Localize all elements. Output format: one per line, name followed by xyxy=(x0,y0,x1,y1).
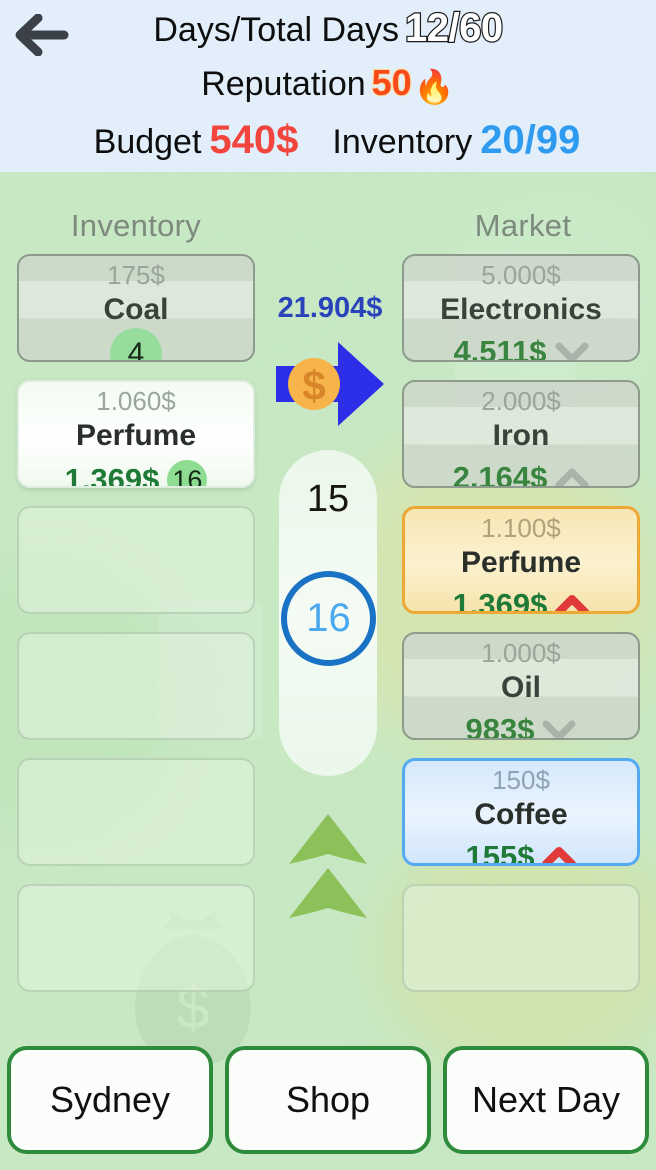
item-name: Perfume xyxy=(75,419,197,452)
trend-down-icon xyxy=(555,342,589,360)
market-item-coffee[interactable]: 150$ Coffee 155$ xyxy=(402,758,640,866)
reputation-row: Reputation 50🔥 xyxy=(0,61,656,107)
inventory-slot-empty[interactable] xyxy=(17,884,255,992)
price-row: 1.369$ 16 xyxy=(19,460,253,488)
item-name: Oil xyxy=(500,671,541,704)
current-price: 1.369$ xyxy=(64,462,160,488)
inventory-item-perfume[interactable]: 1.060$ Perfume 1.369$ 16 xyxy=(17,380,255,488)
quantity-previous[interactable]: 15 xyxy=(279,478,377,521)
price-row: 1.369$ xyxy=(405,587,637,614)
market-item-oil[interactable]: 1.000$ Oil 983$ xyxy=(402,632,640,740)
market-item-electronics[interactable]: 5.000$ Electronics 4.511$ xyxy=(402,254,640,362)
double-chevron-up-icon xyxy=(289,814,367,918)
current-price: 4.511$ xyxy=(453,334,547,362)
price-row: 983$ xyxy=(404,712,638,740)
shop-button[interactable]: Shop xyxy=(225,1046,431,1154)
price-row: 4.511$ xyxy=(404,334,638,362)
market-slot-empty[interactable] xyxy=(402,884,640,992)
base-price: 2.000$ xyxy=(481,386,561,416)
market-item-perfume[interactable]: 1.100$ Perfume 1.369$ xyxy=(402,506,640,614)
budget-label: Budget xyxy=(93,123,202,161)
base-price: 150$ xyxy=(492,765,550,795)
quantity-current[interactable]: 16 xyxy=(281,571,376,666)
price-row: 2.164$ xyxy=(404,460,638,488)
quantity-increase-button[interactable] xyxy=(285,810,371,922)
current-price: 1.369$ xyxy=(452,587,548,614)
current-price: 155$ xyxy=(465,839,535,866)
price-row: 155$ xyxy=(405,839,637,866)
reputation-label: Reputation xyxy=(201,65,366,103)
inventory-column-title: Inventory xyxy=(70,208,202,243)
base-price: 175$ xyxy=(107,260,165,290)
inventory-slot-empty[interactable] xyxy=(17,758,255,866)
current-price: 983$ xyxy=(465,712,535,740)
flame-icon: 🔥 xyxy=(413,68,455,105)
item-name: Coal xyxy=(103,293,169,326)
item-name: Coffee xyxy=(474,798,568,831)
base-price: 5.000$ xyxy=(481,260,561,290)
quantity-badge: 4 xyxy=(110,328,162,360)
base-price: 1.100$ xyxy=(481,513,561,543)
trend-down-icon xyxy=(542,720,576,738)
days-row: Days/Total Days 12/60 xyxy=(0,5,656,51)
budget-inventory-row: Budget 540$ Inventory 20/99 xyxy=(0,118,656,163)
market-item-iron[interactable]: 2.000$ Iron 2.164$ xyxy=(402,380,640,488)
arrow-right-coin-icon: $ xyxy=(276,342,384,426)
inventory-slot-empty[interactable] xyxy=(17,506,255,614)
svg-text:$: $ xyxy=(302,362,325,409)
trend-up-icon xyxy=(555,468,589,486)
inventory-capacity-value: 20/99 xyxy=(480,118,581,162)
budget-value: 540$ xyxy=(209,118,299,162)
item-name: Perfume xyxy=(460,546,582,579)
item-name: Electronics xyxy=(440,293,602,326)
bottom-navigation-bar: Sydney Shop Next Day xyxy=(0,1030,656,1170)
inventory-capacity-label: Inventory xyxy=(332,123,473,161)
trend-up-icon xyxy=(555,595,590,611)
item-name: Iron xyxy=(492,419,550,452)
market-column-title: Market xyxy=(474,208,572,243)
inventory-item-coal[interactable]: 175$ Coal 4 xyxy=(17,254,255,362)
next-day-button[interactable]: Next Day xyxy=(443,1046,649,1154)
days-label: Days/Total Days xyxy=(153,11,400,49)
base-price: 1.060$ xyxy=(96,386,176,416)
status-header: Days/Total Days 12/60 Reputation 50🔥 Budge… xyxy=(0,0,656,172)
transfer-buy-button[interactable]: $ xyxy=(272,338,388,430)
base-price: 1.000$ xyxy=(481,638,561,668)
game-screen: $ Days/Total Days 12/60 Reputation 50🔥 Bud… xyxy=(0,0,656,1170)
days-value: 12/60 xyxy=(404,5,504,51)
quantity-badge: 16 xyxy=(167,460,208,486)
trend-up-icon xyxy=(542,847,577,863)
city-button[interactable]: Sydney xyxy=(7,1046,213,1154)
transfer-total-value: 21.904$ xyxy=(277,292,383,324)
reputation-value: 50 xyxy=(371,61,413,104)
inventory-slot-empty[interactable] xyxy=(17,632,255,740)
current-price: 2.164$ xyxy=(452,460,548,488)
